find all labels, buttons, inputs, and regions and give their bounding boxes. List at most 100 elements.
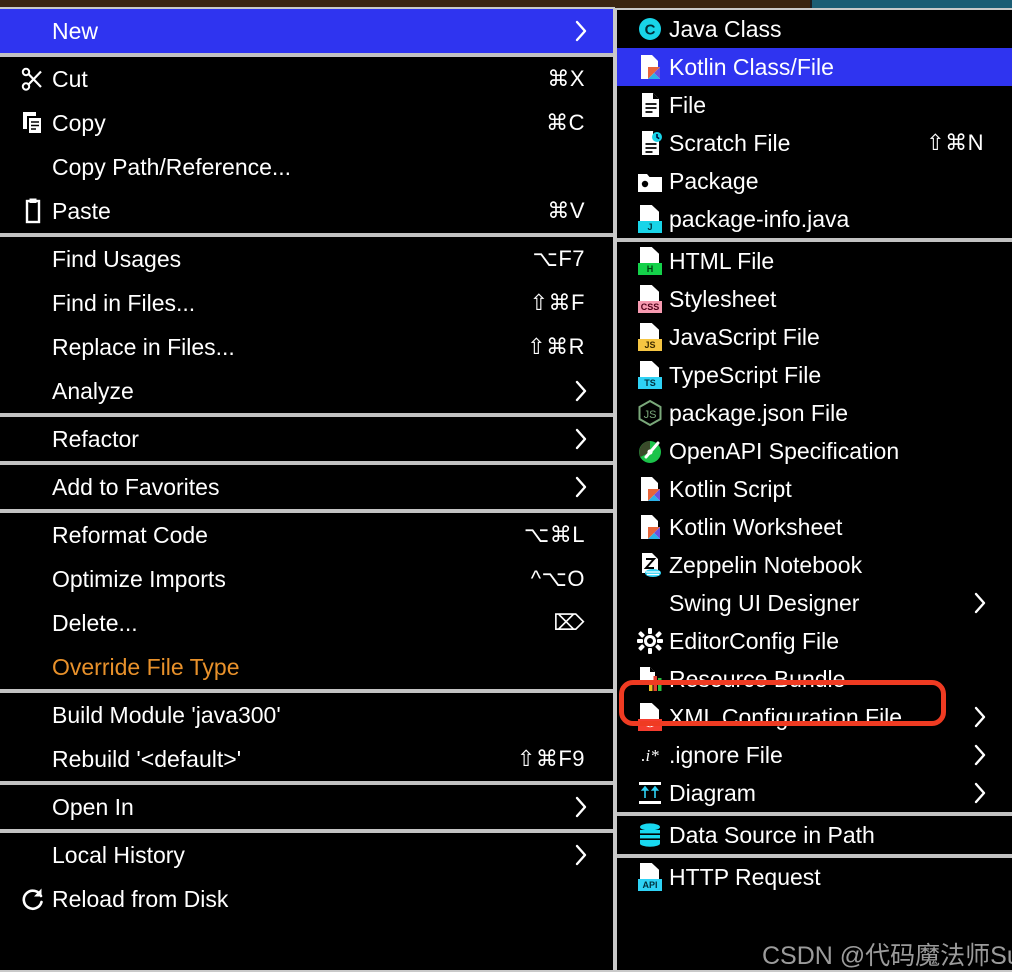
menu-item-shortcut: ⇧⌘R bbox=[527, 334, 585, 359]
menu-item-java-class[interactable]: C Java Class bbox=[617, 10, 1012, 48]
menu-item-label: JavaScript File bbox=[669, 323, 820, 350]
menu-item-stylesheet[interactable]: CSS Stylesheet bbox=[617, 280, 1012, 318]
menu-item-label: Rebuild '<default>' bbox=[52, 745, 242, 772]
menu-item-shortcut: ⌦ bbox=[553, 610, 585, 635]
database-icon bbox=[631, 821, 669, 849]
chevron-right-icon bbox=[573, 475, 589, 499]
menu-item-new[interactable]: New bbox=[0, 9, 613, 53]
html-file-icon: H bbox=[631, 247, 669, 275]
menu-item-package-info-java[interactable]: Jpackage-info.java bbox=[617, 200, 1012, 238]
file-icon bbox=[631, 91, 669, 119]
menu-item-diagram[interactable]: Diagram bbox=[617, 774, 1012, 812]
menu-item-paste[interactable]: Paste ⌘V bbox=[0, 189, 613, 233]
menu-item-resource-bundle[interactable]: Resource Bundle bbox=[617, 660, 1012, 698]
menu-item-javascript-file[interactable]: JS JavaScript File bbox=[617, 318, 1012, 356]
java-files-group: C Java Class Kotlin Class/File File Scratch … bbox=[617, 10, 1012, 238]
new-submenu[interactable]: C Java Class Kotlin Class/File File Scratch … bbox=[615, 8, 1012, 972]
chevron-right-icon bbox=[573, 19, 589, 43]
menu-item-local-history[interactable]: Local History bbox=[0, 833, 613, 877]
menu-item-copy[interactable]: Copy ⌘C bbox=[0, 101, 613, 145]
history-group: Local History Reload from Disk bbox=[0, 833, 613, 921]
menu-item-xml-configuration-file[interactable]: <> XML Configuration File bbox=[617, 698, 1012, 736]
menu-item-build-module-java300[interactable]: Build Module 'java300' bbox=[0, 693, 613, 737]
menu-item-shortcut: ⌘C bbox=[546, 110, 585, 135]
menu-item-typescript-file[interactable]: TS TypeScript File bbox=[617, 356, 1012, 394]
menu-item-copy-path-reference[interactable]: Copy Path/Reference... bbox=[0, 145, 613, 189]
menu-item-delete[interactable]: Delete... ⌦ bbox=[0, 601, 613, 645]
context-menu[interactable]: New Cut ⌘X Copy ⌘C Copy Path/Reference... Past… bbox=[0, 7, 615, 972]
nodejs-icon: JS bbox=[631, 399, 669, 427]
menu-item-find-usages[interactable]: Find Usages ⌥F7 bbox=[0, 237, 613, 281]
menu-item-http-request[interactable]: API HTTP Request bbox=[617, 858, 1012, 896]
svg-text:C: C bbox=[645, 22, 656, 39]
menu-item-html-file[interactable]: H HTML File bbox=[617, 242, 1012, 280]
menu-item-label: XML Configuration File bbox=[669, 703, 903, 730]
menu-item-label: Data Source in Path bbox=[669, 821, 875, 848]
menu-item-label: HTML File bbox=[669, 247, 775, 274]
menu-item-package-json-file[interactable]: JS package.json File bbox=[617, 394, 1012, 432]
menu-item-label: EditorConfig File bbox=[669, 627, 840, 654]
menu-item-replace-in-files[interactable]: Replace in Files... ⇧⌘R bbox=[0, 325, 613, 369]
menu-item-data-source-in-path[interactable]: Data Source in Path bbox=[617, 816, 1012, 854]
menu-item-override-file-type[interactable]: Override File Type bbox=[0, 645, 613, 689]
menu-item-label: .ignore File bbox=[669, 741, 783, 768]
find-group: Find Usages ⌥F7 Find in Files... ⇧⌘F Replace… bbox=[0, 237, 613, 413]
menu-item-analyze[interactable]: Analyze bbox=[0, 369, 613, 413]
menu-item-label: Copy bbox=[52, 109, 106, 136]
menu-item-optimize-imports[interactable]: Optimize Imports ^⌥O bbox=[0, 557, 613, 601]
menu-item-label: Reload from Disk bbox=[52, 885, 229, 912]
menu-item-label: Kotlin Class/File bbox=[669, 53, 834, 80]
menu-item-reformat-code[interactable]: Reformat Code ⌥⌘L bbox=[0, 513, 613, 557]
menu-item-swing-ui-designer[interactable]: Swing UI Designer bbox=[617, 584, 1012, 622]
copy-icon bbox=[14, 109, 52, 137]
kotlin-worksheet-icon bbox=[631, 513, 669, 541]
menu-item-label: Java Class bbox=[669, 15, 782, 42]
menu-item-reload-from-disk[interactable]: Reload from Disk bbox=[0, 877, 613, 921]
menu-item-scratch-file[interactable]: Scratch File ⇧⌘N bbox=[617, 124, 1012, 162]
chevron-right-icon bbox=[972, 743, 988, 767]
menu-item-kotlin-script[interactable]: Kotlin Script bbox=[617, 470, 1012, 508]
java-file-icon: J bbox=[631, 205, 669, 233]
menu-item-label: Stylesheet bbox=[669, 285, 777, 312]
menu-item-cut[interactable]: Cut ⌘X bbox=[0, 57, 613, 101]
menu-item-label: Delete... bbox=[52, 609, 138, 636]
menu-item-label: HTTP Request bbox=[669, 863, 821, 890]
menu-item-label: Local History bbox=[52, 841, 185, 868]
menu-item-editorconfig-file[interactable]: EditorConfig File bbox=[617, 622, 1012, 660]
scratch-file-icon bbox=[631, 129, 669, 157]
menu-item-openapi-specification[interactable]: OpenAPI Specification bbox=[617, 432, 1012, 470]
web-files-group: H HTML File CSS Stylesheet JS JavaScript File… bbox=[617, 242, 1012, 812]
kotlin-file-icon bbox=[631, 53, 669, 81]
code-group: Reformat Code ⌥⌘L Optimize Imports ^⌥O Delet… bbox=[0, 513, 613, 689]
menu-item-label: Resource Bundle bbox=[669, 665, 846, 692]
package-icon bbox=[631, 167, 669, 195]
menu-item-label: Open In bbox=[52, 793, 134, 820]
chevron-right-icon bbox=[972, 705, 988, 729]
menu-item-rebuild-default[interactable]: Rebuild '<default>' ⇧⌘F9 bbox=[0, 737, 613, 781]
chevron-right-icon bbox=[573, 427, 589, 451]
menu-item-zeppelin-notebook[interactable]: Zeppelin Notebook bbox=[617, 546, 1012, 584]
menu-item-package[interactable]: Package bbox=[617, 162, 1012, 200]
http-request-icon: API bbox=[631, 863, 669, 891]
menu-item-label: Analyze bbox=[52, 377, 134, 404]
menu-item-refactor[interactable]: Refactor bbox=[0, 417, 613, 461]
menu-item-label: OpenAPI Specification bbox=[669, 437, 900, 464]
menu-item-label: Reformat Code bbox=[52, 521, 208, 548]
menu-item-label: TypeScript File bbox=[669, 361, 822, 388]
menu-item-ignore-file[interactable]: .i* .ignore File bbox=[617, 736, 1012, 774]
clipboard-group: Cut ⌘X Copy ⌘C Copy Path/Reference... Paste ⌘V bbox=[0, 57, 613, 233]
chevron-right-icon bbox=[573, 379, 589, 403]
data-group: Data Source in Path bbox=[617, 816, 1012, 854]
menu-item-open-in[interactable]: Open In bbox=[0, 785, 613, 829]
http-group: API HTTP Request bbox=[617, 858, 1012, 896]
menu-item-label: Optimize Imports bbox=[52, 565, 226, 592]
js-file-icon: JS bbox=[631, 323, 669, 351]
menu-item-label: Scratch File bbox=[669, 129, 791, 156]
menu-item-kotlin-class-file[interactable]: Kotlin Class/File bbox=[617, 48, 1012, 86]
xml-file-icon: <> bbox=[631, 703, 669, 731]
menu-item-file[interactable]: File bbox=[617, 86, 1012, 124]
menu-item-kotlin-worksheet[interactable]: Kotlin Worksheet bbox=[617, 508, 1012, 546]
diagram-icon bbox=[631, 779, 669, 807]
menu-item-find-in-files[interactable]: Find in Files... ⇧⌘F bbox=[0, 281, 613, 325]
menu-item-add-to-favorites[interactable]: Add to Favorites bbox=[0, 465, 613, 509]
